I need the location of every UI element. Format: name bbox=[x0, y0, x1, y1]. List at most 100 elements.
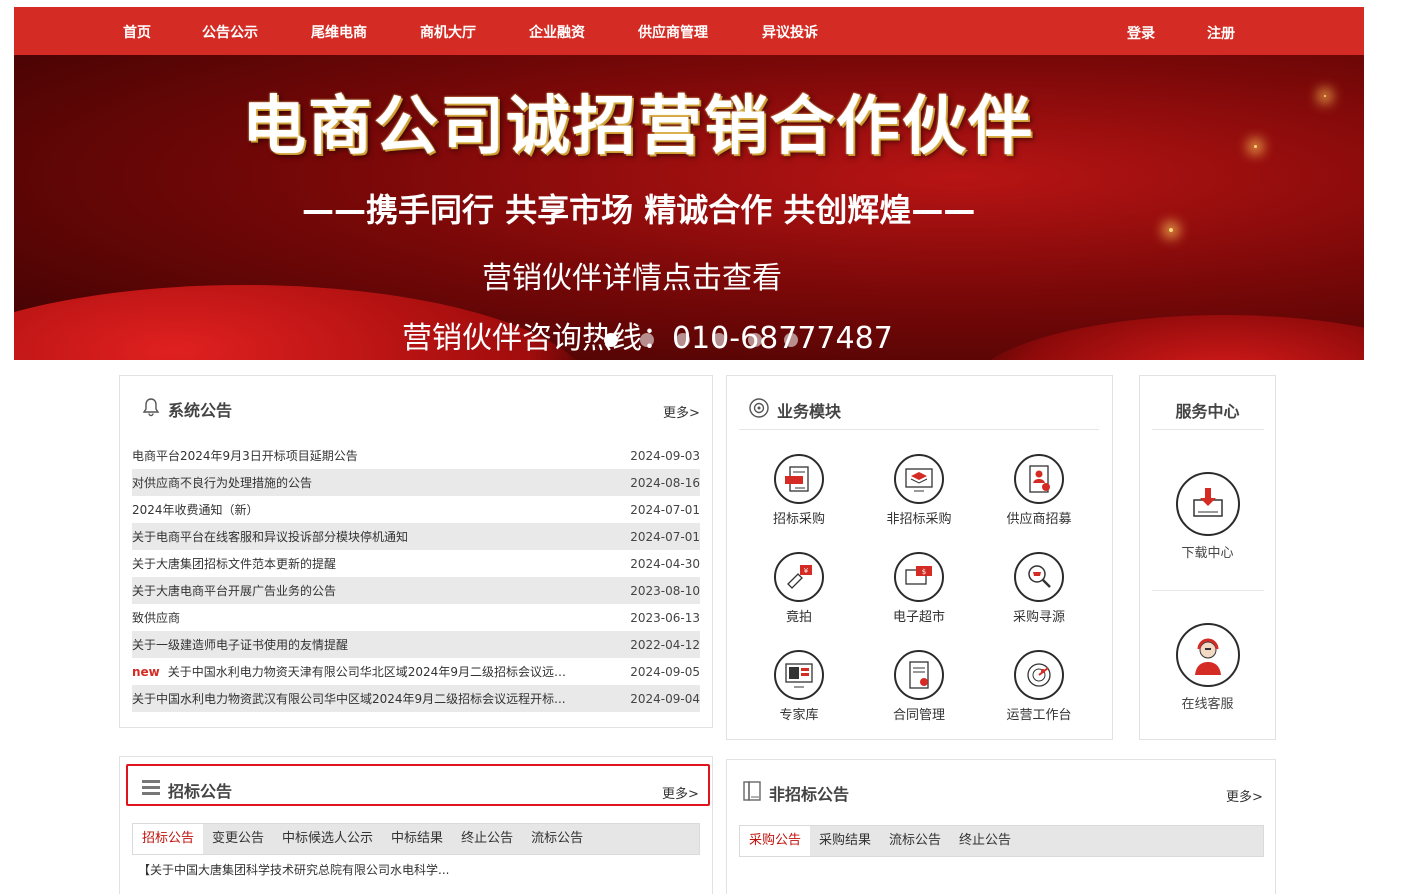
promo-banner[interactable]: 电商公司诚招营销合作伙伴 ——携手同行 共享市场 精诚合作 共创辉煌—— 营销伙… bbox=[14, 55, 1364, 360]
panel-header: 招标公告 bbox=[140, 777, 232, 803]
notice-row[interactable]: 电商平台2024年9月3日开标项目延期公告 2024-09-03 bbox=[132, 442, 700, 469]
banner-details-link[interactable]: 营销伙伴详情点击查看 bbox=[482, 253, 782, 297]
biz-contract-management[interactable]: 合同管理 bbox=[864, 650, 974, 723]
notice-title[interactable]: 关于大唐电商平台开展广告业务的公告 bbox=[132, 582, 336, 599]
notice-title[interactable]: 电商平台2024年9月3日开标项目延期公告 bbox=[132, 447, 358, 464]
tab[interactable]: 终止公告 bbox=[452, 824, 522, 854]
notice-date: 2024-08-16 bbox=[630, 475, 700, 490]
nav-financing[interactable]: 企业融资 bbox=[529, 22, 585, 42]
notice-row[interactable]: 对供应商不良行为处理措施的公告 2024-08-16 bbox=[132, 469, 700, 496]
tender-list-item[interactable]: 【关于中国大唐集团科学技术研究总院有限公司水电科学... bbox=[138, 861, 449, 878]
bell-icon bbox=[140, 396, 162, 422]
more-link[interactable]: 更多> bbox=[663, 402, 700, 421]
biz-supplier-recruitment[interactable]: 供应商招募 bbox=[984, 454, 1094, 527]
tab[interactable]: 采购公告 bbox=[740, 826, 811, 856]
carousel-dot[interactable] bbox=[784, 333, 798, 347]
expert-monitor-icon bbox=[774, 650, 824, 700]
tab[interactable]: 变更公告 bbox=[203, 824, 273, 854]
notice-row[interactable]: 关于一级建造师电子证书使用的友情提醒 2022-04-12 bbox=[132, 631, 700, 658]
nav-home[interactable]: 首页 bbox=[123, 22, 151, 42]
biz-e-supermarket[interactable]: $ 电子超市 bbox=[864, 552, 974, 625]
sparkle-decoration bbox=[1169, 228, 1173, 232]
notice-title[interactable]: 对供应商不良行为处理措施的公告 bbox=[132, 474, 312, 491]
tab[interactable]: 流标公告 bbox=[522, 824, 592, 854]
notice-row[interactable]: 2024年收费通知（新） 2024-07-01 bbox=[132, 496, 700, 523]
notice-title-text: 致供应商 bbox=[132, 611, 181, 625]
biz-auction[interactable]: ¥ 竟拍 bbox=[744, 552, 854, 625]
notice-row[interactable]: 关于大唐电商平台开展广告业务的公告 2023-08-10 bbox=[132, 577, 700, 604]
tab[interactable]: 流标公告 bbox=[880, 826, 950, 856]
biz-label: 合同管理 bbox=[892, 708, 945, 723]
notice-date: 2022-04-12 bbox=[630, 637, 700, 652]
carousel-dot[interactable] bbox=[748, 333, 762, 347]
notice-title-text: 关于中国水利电力物资武汉有限公司华中区域2024年9月二级招标会议远程开标... bbox=[132, 692, 566, 706]
biz-tender-procurement[interactable]: 招标采购 bbox=[744, 454, 854, 527]
notice-title[interactable]: new 关于中国水利电力物资天津有限公司华北区域2024年9月二级招标会议远程..… bbox=[132, 663, 572, 680]
carousel-dot[interactable] bbox=[712, 333, 726, 347]
biz-label: 采购寻源 bbox=[1012, 610, 1065, 625]
panel-title: 服务中心 bbox=[1175, 402, 1240, 421]
biz-expert-pool[interactable]: 专家库 bbox=[744, 650, 854, 723]
notice-row[interactable]: 关于大唐集团招标文件范本更新的提醒 2024-04-30 bbox=[132, 550, 700, 577]
notice-title[interactable]: 2024年收费通知（新） bbox=[132, 501, 259, 518]
divider bbox=[1152, 590, 1264, 591]
tab[interactable]: 招标公告 bbox=[133, 824, 204, 854]
more-link[interactable]: 更多> bbox=[662, 783, 699, 802]
notice-title-text: 关于大唐集团招标文件范本更新的提醒 bbox=[132, 557, 337, 571]
login-link[interactable]: 登录 bbox=[1127, 23, 1155, 43]
more-link[interactable]: 更多> bbox=[1226, 786, 1263, 805]
panel-header: 系统公告 bbox=[140, 396, 232, 422]
online-support-link[interactable]: 在线客服 bbox=[1140, 623, 1275, 712]
notice-row[interactable]: new 关于中国水利电力物资天津有限公司华北区域2024年9月二级招标会议远程..… bbox=[132, 658, 700, 685]
notice-row[interactable]: 关于中国水利电力物资武汉有限公司华中区域2024年9月二级招标会议远程开标...… bbox=[132, 685, 700, 712]
biz-label: 竟拍 bbox=[785, 610, 812, 625]
sparkle-decoration bbox=[1324, 95, 1326, 97]
notice-row[interactable]: 致供应商 2023-06-13 bbox=[132, 604, 700, 631]
carousel-dot[interactable] bbox=[676, 333, 690, 347]
notice-date: 2024-09-05 bbox=[630, 664, 700, 679]
nav-supplier-management[interactable]: 供应商管理 bbox=[638, 22, 708, 42]
notice-title-text: 关于一级建造师电子证书使用的友情提醒 bbox=[132, 638, 349, 652]
tender-tabs: 招标公告 变更公告 中标候选人公示 中标结果 终止公告 流标公告 bbox=[132, 823, 700, 855]
carousel-dot[interactable] bbox=[604, 333, 618, 347]
notice-date: 2024-07-01 bbox=[630, 502, 700, 517]
biz-label: 电子超市 bbox=[892, 610, 945, 625]
biz-operations-desk[interactable]: 运营工作台 bbox=[984, 650, 1094, 723]
service-center-panel: 服务中心 下载中心 在线客服 bbox=[1139, 375, 1276, 740]
notice-date: 2024-09-03 bbox=[630, 448, 700, 463]
notice-title[interactable]: 关于电商平台在线客服和异议投诉部分模块停机通知 bbox=[132, 528, 408, 545]
biz-non-tender-procurement[interactable]: 非招标采购 bbox=[864, 454, 974, 527]
tab[interactable]: 终止公告 bbox=[950, 826, 1020, 856]
banner-slogan: ——携手同行 共享市场 精诚合作 共创辉煌—— bbox=[302, 191, 976, 229]
notice-title[interactable]: 关于一级建造师电子证书使用的友情提醒 bbox=[132, 636, 348, 653]
book-icon bbox=[741, 780, 763, 806]
notice-title[interactable]: 致供应商 bbox=[132, 609, 180, 626]
notice-title[interactable]: 关于中国水利电力物资武汉有限公司华中区域2024年9月二级招标会议远程开标... bbox=[132, 690, 566, 707]
notice-title-text: 对供应商不良行为处理措施的公告 bbox=[132, 476, 313, 490]
nav-business-hall[interactable]: 商机大厅 bbox=[420, 22, 476, 42]
nav-announcements[interactable]: 公告公示 bbox=[202, 22, 258, 42]
tab[interactable]: 中标结果 bbox=[382, 824, 452, 854]
notice-date: 2023-06-13 bbox=[630, 610, 700, 625]
tab[interactable]: 中标候选人公示 bbox=[273, 824, 382, 854]
carousel-indicators bbox=[604, 333, 798, 347]
biz-label: 非招标采购 bbox=[886, 512, 952, 527]
notice-date: 2024-07-01 bbox=[630, 529, 700, 544]
notice-title[interactable]: 关于大唐集团招标文件范本更新的提醒 bbox=[132, 555, 336, 572]
nav-complaints[interactable]: 异议投诉 bbox=[762, 22, 818, 42]
carousel-dot[interactable] bbox=[640, 333, 654, 347]
download-icon bbox=[1175, 472, 1240, 536]
biz-sourcing[interactable]: 采购寻源 bbox=[984, 552, 1094, 625]
download-center-link[interactable]: 下载中心 bbox=[1140, 472, 1275, 561]
payment-icon: $ bbox=[894, 552, 944, 602]
banner-headline: 电商公司诚招营销合作伙伴 bbox=[242, 90, 1034, 164]
notice-title-text: 关于大唐电商平台开展广告业务的公告 bbox=[132, 584, 337, 598]
notice-date: 2024-09-04 bbox=[630, 691, 700, 706]
notice-row[interactable]: 关于电商平台在线客服和异议投诉部分模块停机通知 2024-07-01 bbox=[132, 523, 700, 550]
register-link[interactable]: 注册 bbox=[1207, 23, 1235, 43]
tab[interactable]: 采购结果 bbox=[810, 826, 880, 856]
sparkle-decoration bbox=[1254, 145, 1257, 148]
page: 首页 公告公示 尾维电商 商机大厅 企业融资 供应商管理 异议投诉 登录 注册 … bbox=[0, 0, 1426, 894]
notice-title-text: 关于中国水利电力物资天津有限公司华北区域2024年9月二级招标会议远程... bbox=[167, 665, 572, 679]
nav-ecommerce[interactable]: 尾维电商 bbox=[311, 22, 367, 42]
